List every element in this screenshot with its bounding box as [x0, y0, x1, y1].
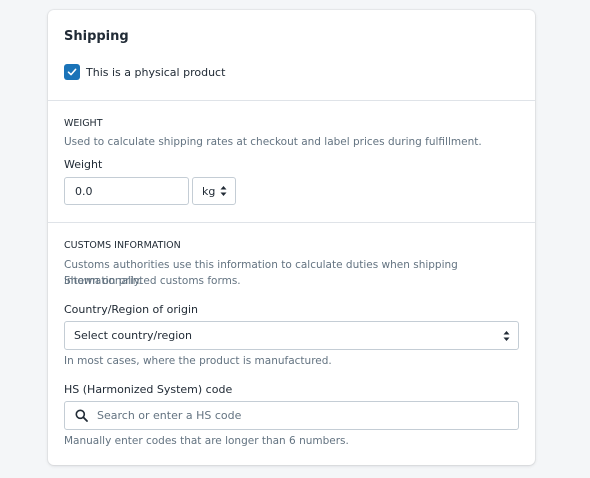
- divider: [48, 100, 535, 101]
- shipping-card: Shipping This is a physical product WEIG…: [48, 10, 535, 465]
- select-arrows-icon: [220, 186, 227, 196]
- country-select-value: Select country/region: [74, 329, 192, 342]
- customs-help-line-2: Shown on printed customs forms.: [64, 275, 241, 287]
- country-help-text: In most cases, where the product is manu…: [64, 355, 332, 367]
- hs-code-label: HS (Harmonized System) code: [64, 383, 233, 396]
- hs-code-search-input[interactable]: Search or enter a HS code: [64, 401, 519, 430]
- country-label: Country/Region of origin: [64, 303, 198, 316]
- checkmark-icon: [67, 68, 77, 76]
- weight-label: Weight: [64, 158, 103, 171]
- country-select[interactable]: Select country/region: [64, 321, 519, 350]
- hs-code-placeholder: Search or enter a HS code: [97, 409, 242, 422]
- weight-input[interactable]: 0.0: [64, 177, 189, 205]
- physical-product-option[interactable]: This is a physical product: [64, 64, 225, 80]
- divider: [48, 222, 535, 223]
- weight-help-text: Used to calculate shipping rates at chec…: [64, 136, 482, 148]
- weight-unit-select[interactable]: kg: [192, 177, 236, 205]
- weight-value: 0.0: [75, 184, 93, 198]
- physical-product-checkbox[interactable]: [64, 64, 80, 80]
- card-title: Shipping: [64, 29, 129, 44]
- physical-product-label: This is a physical product: [86, 65, 226, 79]
- search-icon: [75, 409, 88, 422]
- weight-unit-value: kg: [202, 184, 216, 198]
- weight-heading: WEIGHT: [64, 118, 103, 129]
- select-arrows-icon: [503, 330, 510, 341]
- customs-heading: CUSTOMS INFORMATION: [64, 240, 181, 251]
- hs-code-help-text: Manually enter codes that are longer tha…: [64, 435, 349, 447]
